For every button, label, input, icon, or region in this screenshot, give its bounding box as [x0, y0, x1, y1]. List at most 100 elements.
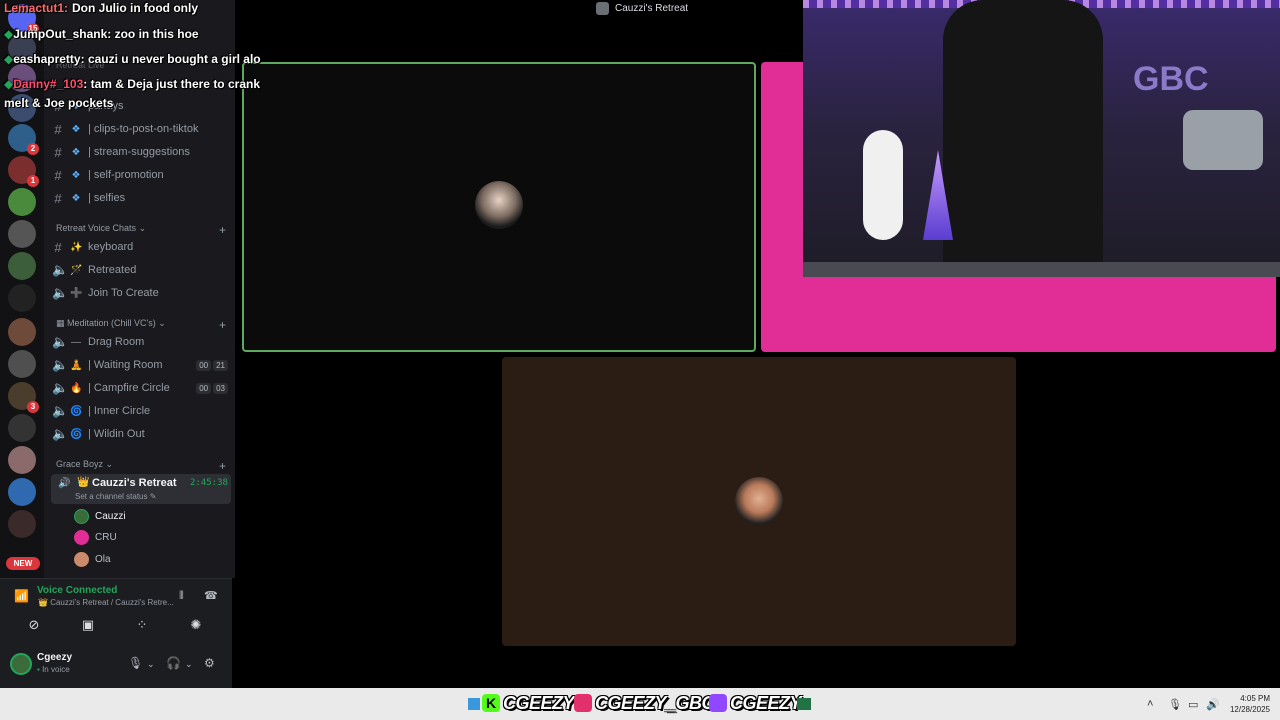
plus-icon[interactable]: +	[219, 318, 226, 332]
server-icon[interactable]	[8, 284, 36, 312]
windows-icon[interactable]	[468, 698, 480, 710]
voice-user[interactable]: Cauzzi	[74, 507, 126, 525]
signal-icon[interactable]: 📶	[14, 589, 29, 603]
category-grace-boyz[interactable]: Grace Boyz ⌄ +	[56, 459, 226, 473]
user-limit: 03	[213, 382, 228, 394]
dash-icon: —	[71, 336, 81, 348]
speaker-icon: 🔈	[52, 334, 69, 349]
soundwave-icon[interactable]: ⦀	[179, 590, 184, 603]
window-title: Cauzzi's Retreat	[596, 2, 688, 15]
chat-message: ◆Danny#_103: tam & Deja just there to cr…	[4, 77, 260, 91]
chevron-down-icon: ⌄	[138, 223, 147, 233]
clock-time: 4:05 PM	[1240, 694, 1270, 703]
microphone-icon[interactable]: 🎙	[128, 656, 143, 670]
clock[interactable]: 4:05 PM 12/28/2025	[1228, 693, 1270, 715]
chevron-down-icon[interactable]: ⌄	[185, 659, 193, 670]
hash-icon: #	[54, 239, 62, 255]
app-icon[interactable]	[797, 698, 811, 710]
channel-inner-circle[interactable]: 🔈 🌀 | Inner Circle	[52, 401, 228, 421]
sparkles-icon: ✨	[70, 241, 83, 253]
server-icon[interactable]: 1	[8, 156, 39, 187]
headphones-icon[interactable]: 🎧	[166, 656, 181, 670]
channel-keyboard[interactable]: # ✨ keyboard	[52, 237, 228, 257]
chevron-up-icon[interactable]: ˄	[1147, 698, 1153, 710]
plus-icon[interactable]: +	[219, 459, 226, 473]
avatar	[74, 551, 89, 567]
server-icon[interactable]	[8, 318, 36, 346]
screen-share-button[interactable]: ▣	[65, 613, 111, 637]
wand-icon: 🪄	[70, 264, 83, 276]
voice-status: Voice Connected	[37, 585, 118, 596]
user-count: 00	[196, 382, 212, 394]
server-icon[interactable]	[8, 478, 36, 506]
server-icon[interactable]: 2	[8, 124, 39, 155]
channel-stream-suggestions[interactable]: # ❖ | stream-suggestions	[52, 142, 228, 162]
diamond-icon: ◆	[4, 27, 14, 41]
chevron-down-icon[interactable]: ⌄	[147, 659, 155, 670]
soundboard-button[interactable]: ✺	[173, 613, 219, 637]
new-badge[interactable]: NEW	[6, 557, 40, 570]
server-icon[interactable]: 3	[8, 382, 39, 413]
plus-icon: ➕	[70, 287, 83, 299]
microphone-icon[interactable]: 🎙	[1168, 698, 1182, 711]
volume-icon[interactable]: 🔊	[1206, 698, 1220, 711]
hash-icon: #	[54, 190, 62, 206]
screen-share-icon: ▣	[81, 617, 95, 632]
video-tile-3[interactable]	[502, 357, 1016, 646]
channel-self-promotion[interactable]: # ❖ | self-promotion	[52, 165, 228, 185]
voice-icon: ▪	[37, 665, 40, 674]
channel-waiting-room[interactable]: 🔈 🧘 | Waiting Room 00 21	[52, 355, 228, 375]
activities-button[interactable]: ⁘	[119, 613, 165, 637]
meditation-icon: ▦	[56, 318, 65, 328]
voice-user[interactable]: Ola	[74, 550, 111, 568]
channel-join-to-create[interactable]: 🔈 ➕ Join To Create	[52, 283, 228, 303]
category-retreat-voice[interactable]: Retreat Voice Chats ⌄ +	[56, 223, 226, 237]
server-icon	[596, 2, 609, 15]
active-channel-name: Cauzzi's Retreat	[92, 477, 177, 489]
channel-clips[interactable]: # ❖ | clips-to-post-on-tiktok	[52, 119, 228, 139]
activities-icon: ⁘	[136, 617, 148, 632]
server-icon[interactable]	[8, 510, 36, 538]
social-handle: CGEEZY	[730, 693, 802, 713]
channel-selfies[interactable]: # ❖ | selfies	[52, 188, 228, 208]
clock-date: 12/28/2025	[1229, 705, 1270, 714]
channel-retreated[interactable]: 🔈 🪄 Retreated	[52, 260, 228, 280]
microphone-decoration	[1183, 110, 1263, 170]
server-icon[interactable]	[8, 188, 36, 216]
server-icon[interactable]	[8, 220, 36, 248]
server-icon[interactable]	[8, 350, 36, 378]
channel-campfire-circle[interactable]: 🔈 🔥 | Campfire Circle 00 03	[52, 378, 228, 398]
channel-drag-room[interactable]: 🔈 — Drag Room	[52, 332, 228, 352]
server-icon[interactable]	[8, 446, 36, 474]
category-meditation[interactable]: ▦ Meditation (Chill VC's) ⌄ +	[56, 318, 226, 332]
swirl-icon: 🌀	[70, 405, 83, 417]
camera-off-button[interactable]: ⊘	[11, 613, 57, 637]
server-icon[interactable]	[8, 414, 36, 442]
swirl-icon: 🌀	[70, 428, 83, 440]
video-tile-1[interactable]	[242, 62, 756, 352]
webcam-overlay: GBC	[803, 0, 1280, 277]
instagram-icon	[574, 694, 592, 712]
network-icon[interactable]: ▭	[1188, 698, 1198, 711]
username: Cgeezy	[37, 652, 73, 663]
voice-location[interactable]: 👑 Cauzzi's Retreat / Cauzzi's Retre...	[38, 598, 174, 607]
disconnect-icon[interactable]: ☎	[204, 589, 218, 602]
discord-badge-icon: ❖	[71, 192, 81, 204]
speaker-icon: 🔈	[52, 262, 69, 277]
channel-wildin-out[interactable]: 🔈 🌀 | Wildin Out	[52, 424, 228, 444]
chat-message: ◆JumpOut_shank: zoo in this hoe	[4, 27, 199, 41]
channel-status[interactable]: Set a channel status ✎	[75, 492, 156, 501]
server-icon[interactable]	[8, 252, 36, 280]
voice-user[interactable]: CRU	[74, 528, 117, 546]
chevron-down-icon: ⌄	[105, 459, 114, 469]
crown-icon: 👑	[38, 598, 48, 607]
desk	[803, 262, 1280, 277]
plus-icon[interactable]: +	[219, 223, 226, 237]
user-avatar[interactable]	[10, 653, 32, 675]
call-timer: 2:45:38	[190, 478, 228, 488]
pencil-icon: ✎	[149, 492, 157, 501]
meditation-icon: 🧘	[70, 359, 83, 371]
hash-icon: #	[54, 121, 62, 137]
gear-icon[interactable]: ⚙	[204, 656, 215, 670]
hash-icon: #	[54, 144, 62, 160]
